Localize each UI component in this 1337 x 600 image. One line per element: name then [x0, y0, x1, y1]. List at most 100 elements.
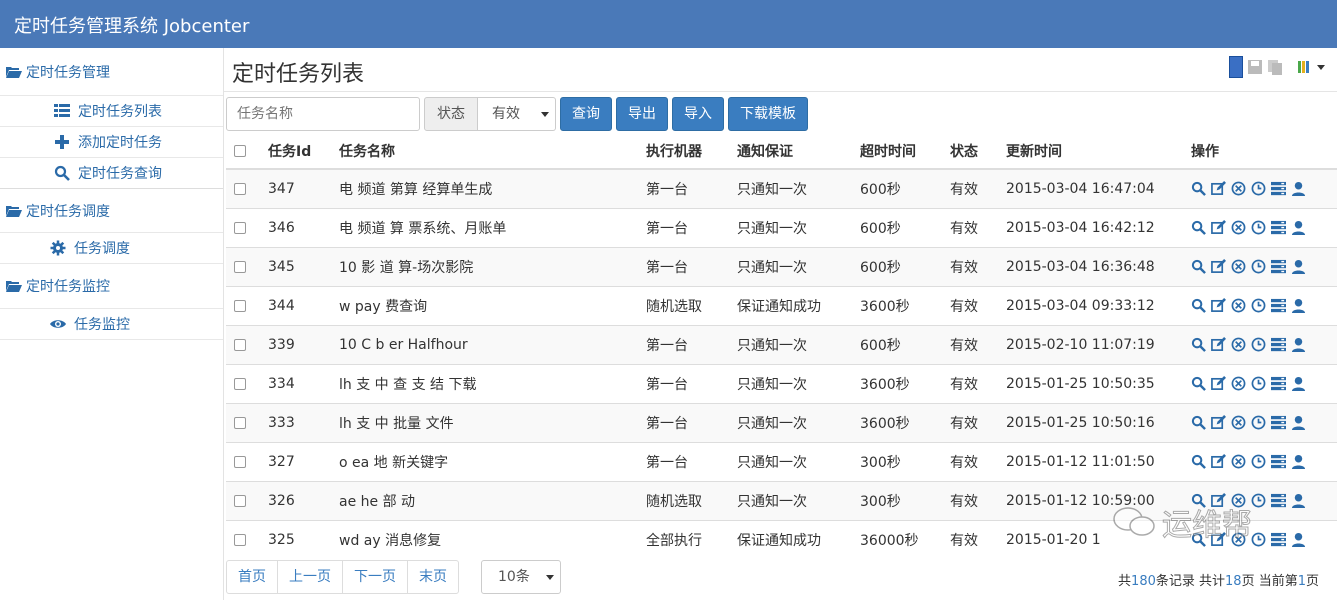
sidebar-item-task-list[interactable]: 定时任务列表: [0, 96, 223, 127]
page-size-select[interactable]: 10条: [481, 560, 561, 594]
table-row[interactable]: 347 电 频道 第算 经算单生成 第一台 只通知一次 600秒 有效 2015-03-04…: [226, 168, 1337, 208]
import-button[interactable]: 导入: [672, 97, 724, 131]
clock-icon[interactable]: [1251, 337, 1266, 352]
close-circle-icon[interactable]: [1231, 181, 1246, 196]
task-name-input[interactable]: [226, 97, 420, 131]
user-icon[interactable]: [1291, 298, 1306, 313]
table-row[interactable]: 346 电 频道 算 票系统、月账单 第一台 只通知一次 600秒 有效 2015-03-0…: [226, 207, 1337, 247]
row-checkbox[interactable]: [234, 299, 246, 312]
row-checkbox[interactable]: [234, 260, 246, 273]
user-icon[interactable]: [1291, 220, 1306, 235]
close-circle-icon[interactable]: [1231, 337, 1246, 352]
column-header-machine[interactable]: 执行机器: [640, 133, 731, 170]
columns-icon[interactable]: [1297, 57, 1313, 77]
sidebar-group-task-monitoring[interactable]: 定时任务监控: [0, 264, 223, 309]
user-icon[interactable]: [1291, 532, 1306, 548]
search-icon[interactable]: [1191, 415, 1206, 430]
tasks-icon[interactable]: [1271, 337, 1286, 352]
tasks-icon[interactable]: [1271, 220, 1286, 235]
download-template-button[interactable]: 下载模板: [728, 97, 808, 131]
clock-icon[interactable]: [1251, 220, 1266, 235]
edit-icon[interactable]: [1211, 181, 1226, 196]
close-circle-icon[interactable]: [1231, 298, 1246, 313]
row-checkbox[interactable]: [234, 182, 246, 195]
sidebar-item-scheduling[interactable]: 任务调度: [0, 233, 223, 264]
select-all-checkbox[interactable]: [234, 144, 246, 157]
search-icon[interactable]: [1191, 337, 1206, 352]
tasks-icon[interactable]: [1271, 259, 1286, 274]
sidebar-item-add-task[interactable]: 添加定时任务: [0, 127, 223, 158]
table-row[interactable]: 345 10 影 道 算-场次影院 第一台 只通知一次 600秒 有效 2015-03-04…: [226, 246, 1337, 286]
sidebar-group-task-scheduling[interactable]: 定时任务调度: [0, 189, 223, 233]
first-page-button[interactable]: 首页: [226, 560, 278, 594]
close-circle-icon[interactable]: [1231, 259, 1246, 274]
bookmark-icon[interactable]: [1229, 56, 1243, 78]
table-row[interactable]: 339 10 C b er Halfhour 第一台 只通知一次 600秒 有效 2015-…: [226, 324, 1337, 364]
chevron-down-icon[interactable]: [1317, 64, 1325, 70]
row-checkbox[interactable]: [234, 338, 246, 351]
clock-icon[interactable]: [1251, 415, 1266, 430]
column-header-notify[interactable]: 通知保证: [731, 133, 854, 170]
sidebar-item-task-query[interactable]: 定时任务查询: [0, 158, 223, 189]
clock-icon[interactable]: [1251, 454, 1266, 469]
row-checkbox[interactable]: [234, 494, 246, 507]
save-icon[interactable]: [1247, 57, 1263, 77]
column-header-status[interactable]: 状态: [944, 133, 1000, 170]
user-icon[interactable]: [1291, 454, 1306, 469]
edit-icon[interactable]: [1211, 298, 1226, 313]
clock-icon[interactable]: [1251, 532, 1266, 547]
edit-icon[interactable]: [1211, 337, 1226, 352]
user-icon[interactable]: [1291, 415, 1306, 430]
sidebar-item-monitoring[interactable]: 任务监控: [0, 309, 223, 340]
user-icon[interactable]: [1291, 181, 1306, 197]
next-page-button[interactable]: 下一页: [342, 560, 408, 594]
sidebar-group-task-management[interactable]: 定时任务管理: [0, 48, 223, 96]
row-checkbox[interactable]: [234, 455, 246, 468]
search-icon[interactable]: [1191, 259, 1206, 274]
edit-icon[interactable]: [1211, 415, 1226, 430]
close-circle-icon[interactable]: [1231, 220, 1246, 235]
last-page-button[interactable]: 末页: [407, 560, 459, 594]
query-button[interactable]: 查询: [560, 97, 612, 131]
tasks-icon[interactable]: [1271, 181, 1286, 196]
copy-icon[interactable]: [1267, 57, 1283, 77]
row-checkbox[interactable]: [234, 533, 246, 546]
table-row[interactable]: 327 o ea 地 新关键字 第一台 只通知一次 300秒 有效 2015-01-12 1…: [226, 441, 1337, 481]
search-icon[interactable]: [1191, 181, 1206, 197]
clock-icon[interactable]: [1251, 259, 1266, 274]
tasks-icon[interactable]: [1271, 415, 1286, 430]
column-header-name[interactable]: 任务名称: [333, 133, 640, 170]
column-header-timeout[interactable]: 超时时间: [854, 133, 944, 170]
tasks-icon[interactable]: [1271, 454, 1286, 469]
tasks-icon[interactable]: [1271, 532, 1286, 547]
edit-icon[interactable]: [1211, 376, 1226, 391]
user-icon[interactable]: [1291, 493, 1306, 508]
close-circle-icon[interactable]: [1231, 454, 1246, 469]
clock-icon[interactable]: [1251, 376, 1266, 391]
row-checkbox[interactable]: [234, 416, 246, 429]
search-icon[interactable]: [1191, 376, 1206, 391]
row-checkbox[interactable]: [234, 221, 246, 234]
table-row[interactable]: 334 lh 支 中 查 支 结 下载 第一台 只通知一次 3600秒 有效 2015-01…: [226, 363, 1337, 403]
user-icon[interactable]: [1291, 337, 1306, 352]
export-button[interactable]: 导出: [616, 97, 668, 131]
user-icon[interactable]: [1291, 376, 1306, 391]
search-icon[interactable]: [1191, 454, 1206, 469]
table-row[interactable]: 344 w pay 费查询 随机选取 保证通知成功 3600秒 有效 2015-03-04 …: [226, 285, 1337, 325]
column-header-id[interactable]: 任务Id: [262, 133, 333, 170]
clock-icon[interactable]: [1251, 298, 1266, 313]
table-row[interactable]: 333 lh 支 中 批量 文件 第一台 只通知一次 3600秒 有效 2015-01-25…: [226, 402, 1337, 442]
clock-icon[interactable]: [1251, 181, 1266, 196]
close-circle-icon[interactable]: [1231, 376, 1246, 391]
tasks-icon[interactable]: [1271, 376, 1286, 391]
row-checkbox[interactable]: [234, 377, 246, 390]
close-circle-icon[interactable]: [1231, 415, 1246, 430]
search-icon[interactable]: [1191, 220, 1206, 235]
tasks-icon[interactable]: [1271, 298, 1286, 313]
edit-icon[interactable]: [1211, 220, 1226, 235]
search-icon[interactable]: [1191, 298, 1206, 313]
clock-icon[interactable]: [1251, 493, 1266, 508]
status-select[interactable]: 有效: [478, 97, 556, 131]
edit-icon[interactable]: [1211, 454, 1226, 469]
column-header-updated[interactable]: 更新时间: [1000, 133, 1185, 170]
